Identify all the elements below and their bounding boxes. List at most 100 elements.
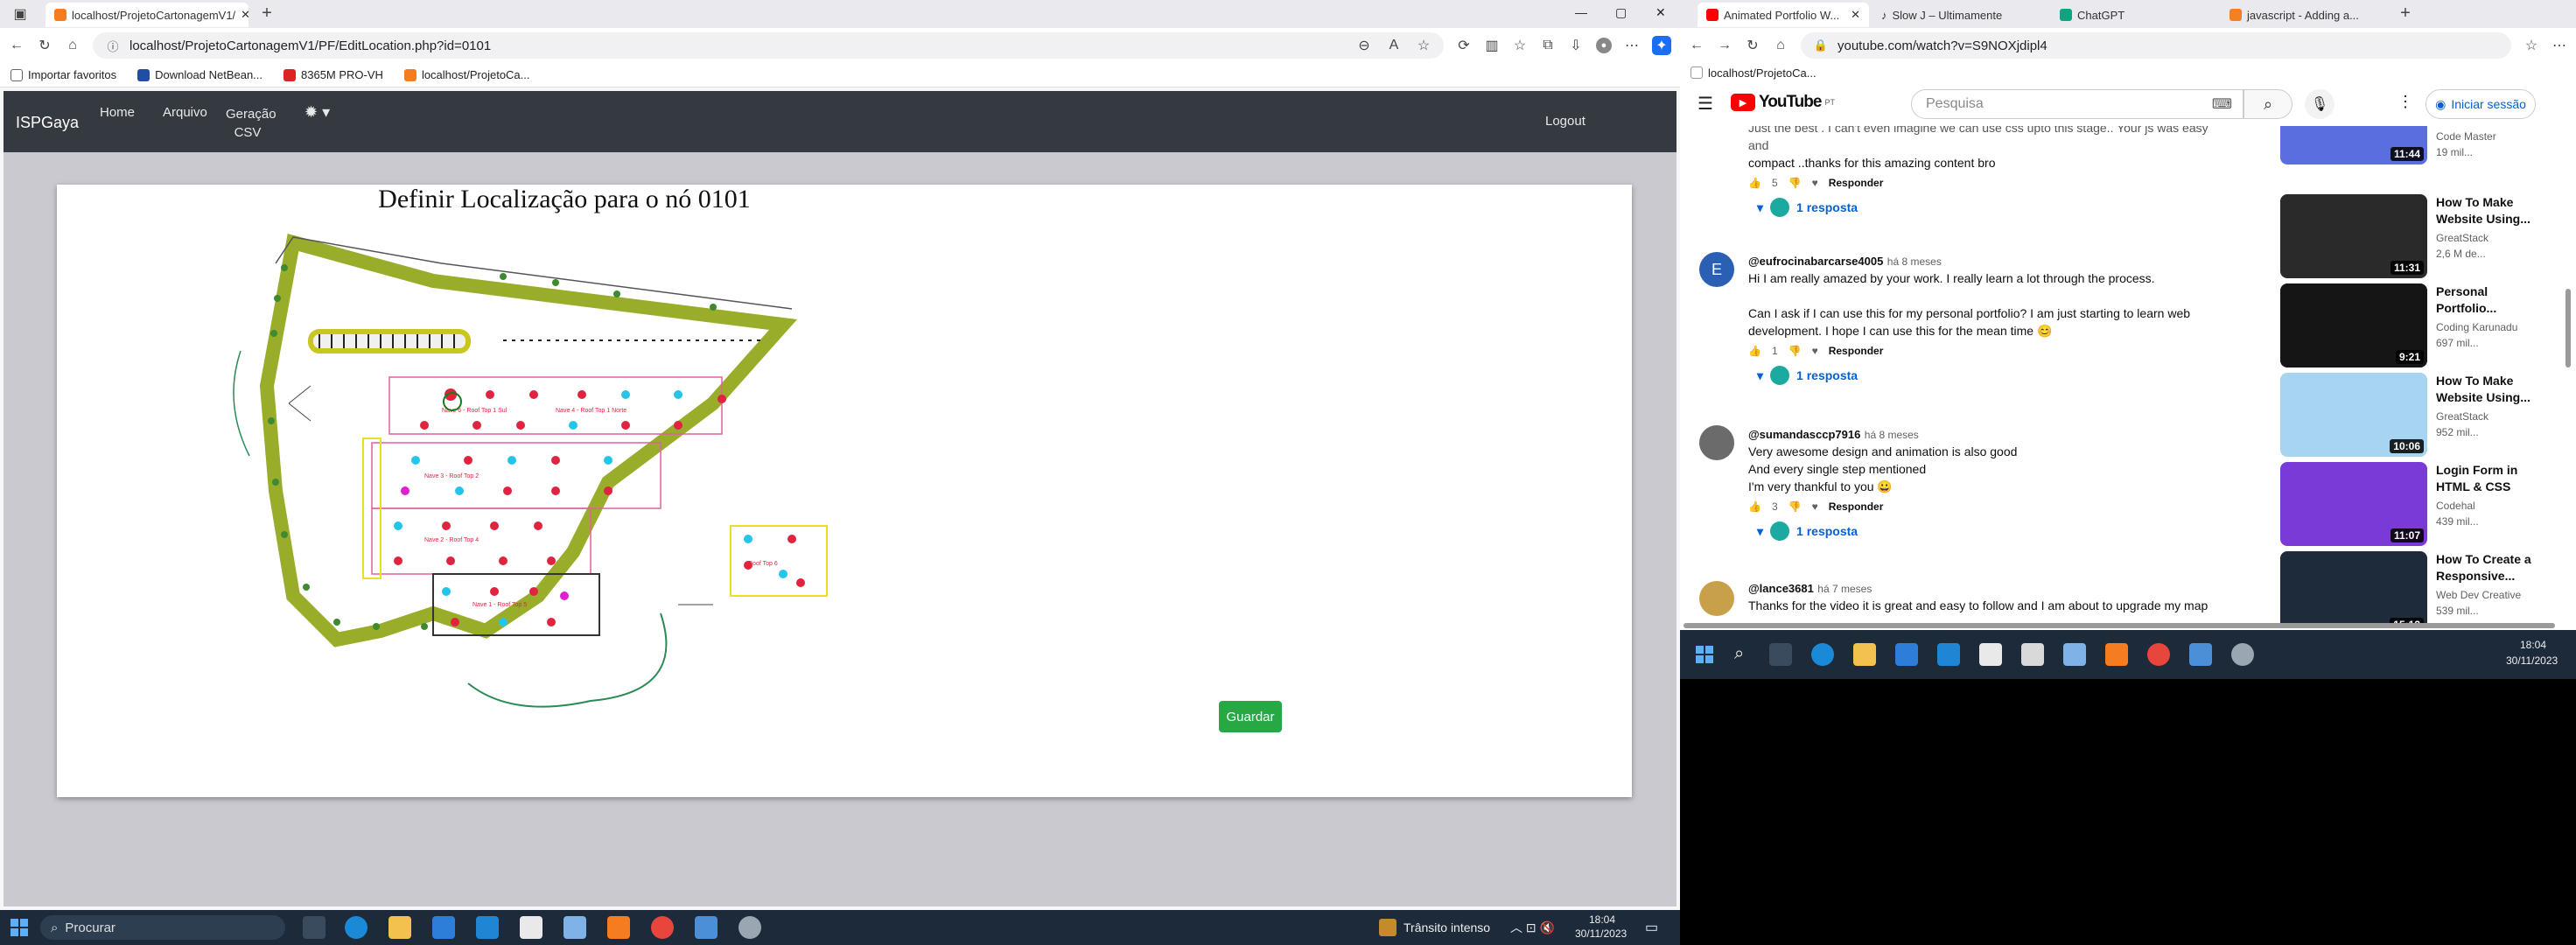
store-icon[interactable] [520,916,542,939]
new-tab-icon[interactable]: + [2398,4,2413,23]
copilot-icon[interactable]: ✦ [1652,36,1671,55]
clock-date[interactable]: 30/11/2023 [2506,654,2558,667]
tab-localhost[interactable]: localhost/ProjetoCartonagemV1/ ✕ [46,3,248,27]
comment-author[interactable]: @eufrocinabarcarse4005 [1748,255,1883,268]
tray-icons[interactable]: ︿ ⊡ 🔇 [1510,919,1555,936]
video-thumbnail[interactable]: 9:21 [2280,284,2427,368]
virtualbox-icon[interactable] [564,916,586,939]
nav-logout[interactable]: Logout [1545,114,1586,129]
nav-home[interactable]: Home [100,105,135,120]
vscode-icon[interactable] [476,916,499,939]
search-icon[interactable]: ⌕ [1734,644,1744,664]
tab-actions-icon[interactable]: ▣ [12,6,28,22]
virtualbox-icon[interactable] [2063,643,2086,666]
file-explorer-icon[interactable] [388,916,411,939]
comment-time[interactable]: há 8 meses [1887,256,1942,268]
video-item[interactable]: 11:07 Login Form in HTML & CSS Codehal 4… [2280,462,2562,546]
video-thumbnail[interactable]: 11:07 [2280,462,2427,546]
traffic-status[interactable]: Trânsito intenso [1404,920,1490,934]
downloads-icon[interactable]: ⇩ [1568,38,1584,53]
tab-youtube[interactable]: Animated Portfolio W... ✕ [1698,3,1869,27]
video-item[interactable]: 15:13 How To Create a Responsive... Web … [2280,551,2562,625]
clock-date[interactable]: 30/11/2023 [1575,928,1627,940]
mail-icon[interactable] [432,916,455,939]
notifications-icon[interactable]: ▭ [1645,919,1658,936]
signin-button[interactable]: ◉ Iniciar sessão [2426,89,2536,119]
url-field[interactable]: 🔒 youtube.com/watch?v=S9NOXjdipl4 [1801,32,2511,59]
dislike-icon[interactable]: 👎 [1788,177,1802,189]
task-view-icon[interactable] [303,916,326,939]
page-scrollbar[interactable] [2566,289,2571,368]
bookmark-import[interactable]: Importar favoritos [10,68,116,81]
avatar[interactable] [1699,581,1734,616]
video-thumbnail[interactable]: 11:44 [2280,126,2427,164]
brand-logo[interactable]: ISPGaya [16,114,79,132]
taskbar-search[interactable]: ⌕ Procurar [40,915,285,940]
tab-javascript[interactable]: javascript - Adding a... [2221,3,2387,27]
dislike-icon[interactable]: 👎 [1788,345,1802,357]
chrome-icon[interactable] [2147,643,2170,666]
extensions-icon[interactable]: ⟳ [1456,38,1472,53]
replies-toggle[interactable]: ▾ 1 resposta [1757,198,2221,217]
replies-toggle[interactable]: ▾ 1 resposta [1757,366,2221,385]
clock-time[interactable]: 18:04 [2520,639,2546,651]
replies-toggle[interactable]: ▾ 1 resposta [1757,522,2221,541]
mail-icon[interactable] [1895,643,1918,666]
video-item[interactable]: 9:21 Personal Portfolio... Coding Karuna… [2280,284,2562,368]
tab-chatgpt[interactable]: ChatGPT [2051,3,2217,27]
xampp-taskbar-icon[interactable] [2105,643,2128,666]
profile-avatar-icon[interactable]: ● [1596,38,1612,53]
avatar[interactable]: E [1699,252,1734,287]
read-aloud-icon[interactable]: A [1386,38,1402,53]
bookmark-localhost[interactable]: localhost/ProjetoCa... [1690,66,1816,80]
store-icon[interactable] [1979,643,2002,666]
task-view-icon[interactable] [1769,643,1792,666]
file-explorer-icon[interactable] [1853,643,1876,666]
clock-time[interactable]: 18:04 [1589,914,1615,926]
favorites-icon[interactable]: ☆ [2524,38,2539,53]
search-button[interactable]: ⌕ [2244,89,2292,119]
collections-icon[interactable]: ⧉ [1540,38,1556,53]
maximize-icon[interactable]: ▢ [1615,5,1627,20]
refresh-icon[interactable]: ↻ [37,38,52,53]
chrome-icon[interactable] [651,916,674,939]
comment-time[interactable]: há 7 meses [1817,583,1872,595]
menu-dots-icon[interactable]: ⋯ [1624,38,1640,53]
xampp-taskbar-icon[interactable] [607,916,630,939]
back-icon[interactable]: ← [9,38,24,53]
back-icon[interactable]: ← [1689,38,1704,53]
like-icon[interactable]: 👍 [1748,177,1761,189]
like-icon[interactable]: 👍 [1748,345,1761,357]
edge-icon[interactable] [1811,643,1834,666]
floor-plan-map[interactable]: Nave 4 - Roof Top 1 Norte Nave 6 - Roof … [223,228,888,753]
video-item[interactable]: 11:44 Code Master 19 mil... [2280,126,2562,164]
close-window-icon[interactable]: ✕ [1656,5,1666,20]
youtube-logo[interactable]: ▶ YouTube PT [1731,93,1835,112]
menu-dots-icon[interactable]: ⋯ [2552,38,2567,53]
bookmark-localhost[interactable]: localhost/ProjetoCa... [403,68,530,81]
edge-icon[interactable] [345,916,368,939]
like-icon[interactable]: 👍 [1748,500,1761,513]
comment-author[interactable]: @sumandasccp7916 [1748,428,1860,441]
dislike-icon[interactable]: 👎 [1788,500,1802,513]
nav-geracao-csv[interactable]: Geração CSV [226,105,276,142]
settings-gear-icon[interactable]: ✹ ▾ [304,103,330,122]
video-thumbnail[interactable]: 11:31 [2280,194,2427,278]
video-thumbnail[interactable]: 10:06 [2280,373,2427,457]
vscode-icon[interactable] [1937,643,1960,666]
paint-icon[interactable] [2189,643,2212,666]
url-field[interactable]: ⓘ localhost/ProjetoCartonagemV1/PF/EditL… [93,32,1444,59]
tab-close-icon[interactable]: ✕ [1851,8,1860,22]
start-windows-icon[interactable] [1696,646,1713,663]
new-tab-icon[interactable]: + [259,4,275,23]
refresh-icon[interactable]: ↻ [1745,38,1760,53]
tab-close-icon[interactable]: ✕ [241,8,248,22]
microphone-icon[interactable]: 🎙 [2305,89,2334,119]
home-icon[interactable]: ⌂ [65,38,80,53]
reply-button[interactable]: Responder [1829,177,1884,189]
paint-icon[interactable] [695,916,718,939]
start-windows-icon[interactable] [10,919,28,936]
reply-button[interactable]: Responder [1829,345,1884,357]
search-input[interactable]: Pesquisa ⌨ [1911,89,2244,119]
tab-slowj[interactable]: ♪ Slow J – Ultimamente [1872,3,2048,27]
